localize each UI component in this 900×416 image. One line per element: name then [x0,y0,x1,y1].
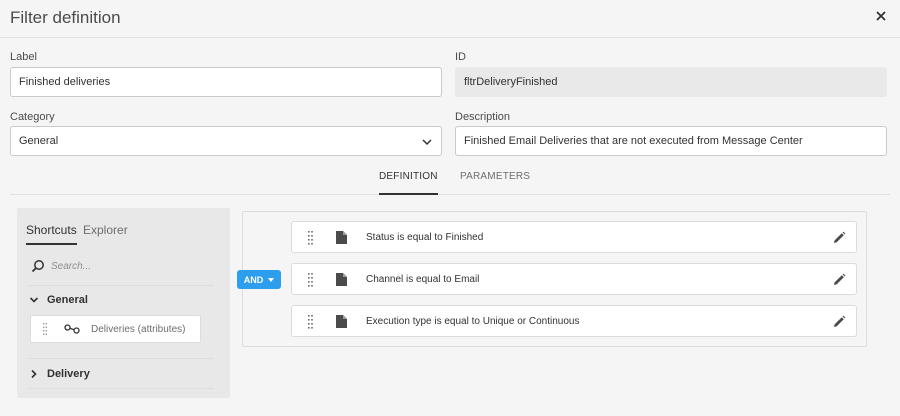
pencil-icon[interactable] [832,231,846,245]
shortcuts-panel: Shortcuts Explorer Search... General Del… [17,208,230,398]
category-select-value: General [19,135,59,147]
group-label: Delivery [47,368,90,380]
pencil-icon[interactable] [832,315,846,329]
chevron-down-icon [422,139,432,146]
label-input[interactable]: Finished deliveries [10,67,442,97]
tab-explorer[interactable]: Explorer [83,223,128,237]
drag-handle-icon [43,323,47,335]
document-icon [336,273,347,286]
search-icon [31,260,44,273]
tab-definition[interactable]: DEFINITION [379,171,438,195]
label-field-label: Label [10,51,37,63]
condition-row[interactable]: Channel is equal to Email [291,263,857,295]
divider [29,285,214,286]
link-icon [64,324,80,334]
description-field-label: Description [455,111,511,123]
chevron-right-icon [31,369,37,379]
drag-handle-icon[interactable] [308,273,313,287]
operator-label: AND [243,274,264,285]
divider [29,388,214,389]
and-operator-button[interactable]: AND [237,270,281,289]
caret-down-icon [268,277,275,282]
category-field-label: Category [10,111,55,123]
definition-tabs: DEFINITION PARAMETERS [10,160,890,195]
drag-handle-icon[interactable] [308,315,313,329]
pencil-icon[interactable] [832,273,846,287]
document-icon [336,231,347,244]
close-icon[interactable] [874,9,888,23]
condition-text: Execution type is equal to Unique or Con… [366,316,580,327]
group-general[interactable]: General [29,294,88,306]
dialog-header: Filter definition [0,0,900,38]
condition-text: Channel is equal to Email [366,274,480,285]
description-input[interactable]: Finished Email Deliveries that are not e… [455,126,887,156]
search-placeholder: Search... [51,260,92,272]
drag-handle-icon[interactable] [308,231,313,245]
category-select[interactable]: General [10,126,442,156]
condition-row[interactable]: Status is equal to Finished [291,221,857,253]
id-field-label: ID [455,51,466,63]
id-input: fltrDeliveryFinished [455,67,887,97]
condition-row[interactable]: Execution type is equal to Unique or Con… [291,305,857,337]
dialog-title: Filter definition [10,8,121,27]
search-input[interactable]: Search... [31,258,201,274]
list-item-deliveries-attributes[interactable]: Deliveries (attributes) [30,315,201,343]
tab-parameters[interactable]: PARAMETERS [460,171,530,182]
divider [29,358,214,359]
chevron-down-icon [29,297,39,303]
group-label: General [47,294,88,306]
list-item-label: Deliveries (attributes) [91,324,186,335]
tab-shortcuts[interactable]: Shortcuts [26,223,77,245]
condition-text: Status is equal to Finished [366,232,484,243]
group-delivery[interactable]: Delivery [29,368,90,380]
document-icon [336,315,347,328]
